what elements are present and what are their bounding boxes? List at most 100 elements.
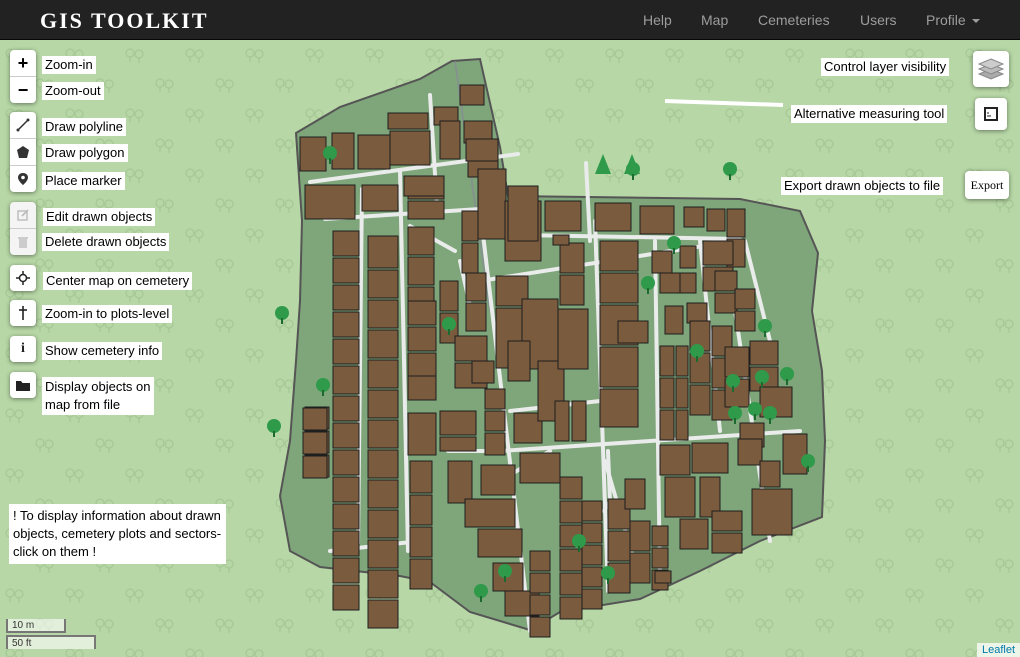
plot[interactable]	[559, 476, 583, 500]
plot[interactable]	[651, 250, 673, 274]
plot[interactable]	[367, 329, 399, 359]
plot[interactable]	[529, 572, 551, 594]
plot[interactable]	[484, 388, 506, 410]
plot[interactable]	[629, 552, 651, 584]
plot[interactable]	[724, 346, 750, 378]
plot[interactable]	[552, 234, 570, 246]
plot[interactable]	[529, 616, 551, 638]
plot[interactable]	[714, 292, 738, 314]
plot[interactable]	[675, 377, 689, 409]
plot[interactable]	[407, 375, 437, 401]
plot[interactable]	[679, 518, 709, 550]
plot[interactable]	[734, 310, 756, 332]
plot[interactable]	[367, 235, 399, 269]
plot[interactable]	[461, 242, 479, 274]
plot[interactable]	[332, 503, 360, 530]
plot[interactable]	[639, 205, 675, 235]
plot[interactable]	[737, 438, 763, 466]
plot[interactable]	[659, 377, 675, 409]
plot[interactable]	[714, 270, 738, 292]
plot[interactable]	[389, 130, 431, 166]
plot[interactable]	[367, 509, 399, 539]
plot[interactable]	[519, 452, 561, 484]
plot[interactable]	[651, 525, 669, 547]
plot[interactable]	[407, 300, 437, 326]
plot[interactable]	[507, 340, 531, 382]
plot[interactable]	[559, 572, 583, 596]
plot[interactable]	[332, 311, 360, 338]
plot[interactable]	[624, 478, 646, 510]
plot[interactable]	[361, 184, 399, 212]
plot[interactable]	[439, 410, 477, 436]
delete-drawn-button[interactable]	[10, 229, 36, 255]
plot[interactable]	[367, 419, 399, 449]
plot[interactable]	[367, 359, 399, 389]
plot[interactable]	[477, 168, 507, 240]
plot[interactable]	[559, 500, 583, 524]
plot[interactable]	[367, 269, 399, 299]
nav-map[interactable]: Map	[701, 12, 728, 28]
plot[interactable]	[607, 530, 631, 562]
plot[interactable]	[465, 302, 487, 332]
plot[interactable]	[299, 136, 327, 172]
plot[interactable]	[407, 256, 435, 286]
plot[interactable]	[332, 449, 360, 476]
plot[interactable]	[409, 494, 433, 526]
plot[interactable]	[387, 112, 429, 130]
plot[interactable]	[302, 455, 328, 479]
plot[interactable]	[465, 138, 499, 162]
plot[interactable]	[751, 488, 793, 536]
plot[interactable]	[407, 226, 435, 256]
plot[interactable]	[749, 340, 779, 366]
plot[interactable]	[367, 449, 399, 479]
plot[interactable]	[571, 400, 587, 442]
brand-title[interactable]: GIS TOOLKIT	[40, 8, 209, 34]
plot[interactable]	[711, 510, 743, 532]
plot[interactable]	[759, 460, 781, 488]
plot[interactable]	[675, 409, 689, 441]
plot[interactable]	[559, 596, 583, 620]
plot[interactable]	[302, 407, 328, 431]
zoom-in-button[interactable]: +	[10, 50, 36, 77]
plot[interactable]	[782, 433, 808, 475]
plot[interactable]	[544, 200, 582, 232]
plot[interactable]	[651, 547, 669, 569]
nav-users[interactable]: Users	[860, 12, 897, 28]
plot[interactable]	[629, 520, 651, 552]
plot[interactable]	[332, 557, 360, 584]
export-button[interactable]: Export	[965, 171, 1009, 199]
plot[interactable]	[683, 206, 705, 228]
display-file-button[interactable]	[10, 372, 36, 398]
plot[interactable]	[447, 460, 473, 504]
plot[interactable]	[686, 302, 708, 324]
plot[interactable]	[689, 352, 711, 384]
plot[interactable]	[559, 242, 585, 274]
plot[interactable]	[689, 384, 711, 416]
zoom-out-button[interactable]: −	[10, 77, 36, 103]
plot[interactable]	[332, 257, 360, 284]
plot[interactable]	[529, 550, 551, 572]
edit-drawn-button[interactable]	[10, 202, 36, 229]
plot[interactable]	[559, 548, 583, 572]
plot[interactable]	[332, 584, 360, 611]
plot[interactable]	[332, 476, 360, 503]
place-marker-button[interactable]	[10, 166, 36, 192]
plot[interactable]	[459, 84, 485, 106]
plot[interactable]	[484, 410, 506, 432]
plot[interactable]	[581, 544, 603, 566]
plot[interactable]	[409, 558, 433, 590]
plot[interactable]	[675, 345, 689, 377]
plot[interactable]	[332, 365, 360, 395]
map-canvas[interactable]: + − Zoom-in Zoom-out Draw polyline Draw …	[0, 41, 1020, 657]
plot[interactable]	[332, 230, 360, 257]
plot[interactable]	[554, 400, 570, 442]
plot[interactable]	[599, 346, 639, 388]
measuring-tool-button[interactable]	[975, 98, 1007, 130]
plot[interactable]	[439, 280, 459, 312]
plot[interactable]	[454, 335, 488, 362]
plot[interactable]	[367, 599, 399, 629]
plot[interactable]	[599, 272, 639, 304]
plot[interactable]	[332, 422, 360, 449]
plot[interactable]	[726, 208, 746, 238]
plot[interactable]	[581, 500, 603, 522]
